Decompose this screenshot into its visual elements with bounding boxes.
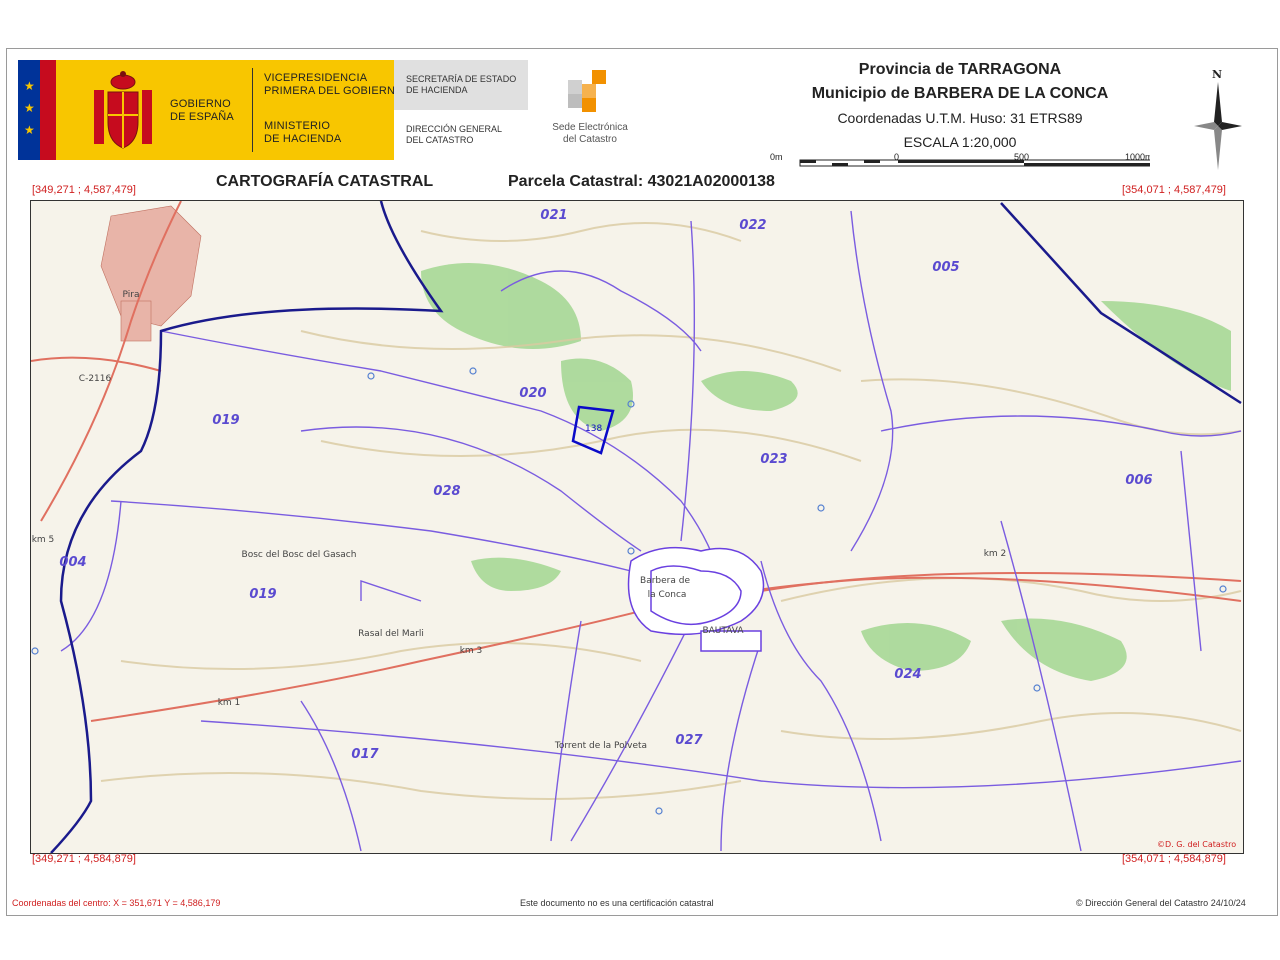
polygon-label-5: 028 — [433, 484, 460, 499]
catastro-logo-icon — [568, 70, 606, 112]
coordenadas-text: Coordenadas U.T.M. Huso: 31 ETRS89 — [837, 110, 1083, 126]
government-header: ★ ★ ★ GOBIERNO DE ESPAÑA VICEPRESIDENCIA… — [18, 60, 528, 160]
scale-label-500m-left: 500m — [770, 152, 783, 162]
polygon-label-6: 023 — [760, 452, 787, 467]
polygon-label-9: 019 — [249, 587, 276, 602]
place-label-9: km 1 — [218, 698, 241, 708]
gobierno-espana-text: GOBIERNO DE ESPAÑA — [170, 98, 234, 123]
polygon-label-2: 022 — [739, 218, 766, 233]
coat-of-arms-icon — [94, 71, 152, 149]
place-label-4: Rasal del Marli — [358, 629, 424, 639]
place-label-6: km 2 — [984, 549, 1007, 559]
place-label-2: la Conca — [648, 590, 687, 600]
north-arrow: N — [1194, 68, 1242, 170]
cadastral-map[interactable]: 138 005 021 022 020 019 028 023 006 004 019 024 027… — [30, 200, 1244, 854]
parcel-label: 138 — [585, 424, 602, 434]
ministerio-text: MINISTERIO DE HACIENDA — [264, 120, 342, 145]
place-label-5: Torrent de la Polveta — [554, 741, 647, 751]
polygon-label-10: 024 — [894, 667, 921, 682]
corner-bottom-left: [349,271 ; 4,584,879] — [32, 853, 136, 865]
center-coordinates: Coordenadas del centro: X = 351,671 Y = … — [12, 898, 221, 908]
polygon-label-3: 020 — [519, 386, 546, 401]
map-titles: Provincia de TARRAGONA Municipio de BARB… — [760, 58, 1160, 154]
secretaria-text: SECRETARÍA DE ESTADO DE HACIENDA — [406, 74, 517, 95]
map-copyright: ©D. G. del Catastro — [1157, 840, 1236, 849]
polygon-label-1: 021 — [540, 208, 567, 223]
polygon-label-4: 019 — [212, 413, 239, 428]
polygon-label-12: 017 — [351, 747, 379, 762]
svg-text:★: ★ — [24, 101, 35, 115]
escala-text: ESCALA 1:20,000 — [903, 134, 1017, 150]
catastro-credit: © Dirección General del Catastro 24/10/2… — [1076, 898, 1246, 908]
map-canvas[interactable]: 138 005 021 022 020 019 028 023 006 004 019 024 027… — [31, 201, 1243, 853]
polygon-label-0: 005 — [932, 260, 959, 275]
place-label-11: BAUTAVA — [702, 626, 744, 636]
scale-label-500: 500 — [1014, 152, 1029, 162]
scale-label-0: 0 — [894, 152, 899, 162]
place-label-10: C-2116 — [79, 374, 112, 384]
place-label-3: Bosc del Bosc del Gasach — [242, 550, 357, 560]
parcela-title: Parcela Catastral: 43021A02000138 — [508, 173, 775, 190]
cartografia-title: CARTOGRAFÍA CATASTRAL — [216, 173, 434, 190]
corner-top-left: [349,271 ; 4,587,479] — [32, 184, 136, 196]
place-label-1: Barbera de — [640, 576, 690, 586]
corner-top-right: [354,071 ; 4,587,479] — [1122, 184, 1226, 196]
svg-text:★: ★ — [24, 79, 35, 93]
place-label-8: km 3 — [460, 646, 483, 656]
north-label: N — [1212, 68, 1222, 81]
provincia-title: Provincia de TARRAGONA — [858, 61, 1062, 78]
polygon-label-8: 004 — [59, 555, 86, 570]
vicepresidencia-text: VICEPRESIDENCIA PRIMERA DEL GOBIERNO — [264, 72, 404, 97]
svg-text:★: ★ — [24, 123, 35, 137]
polygon-label-11: 027 — [675, 733, 703, 748]
place-label-0: Pira — [123, 290, 140, 300]
scale-bar: 500m 0 500 1000m — [770, 152, 1150, 167]
sede-electronica-text: Sede Electrónica del Catastro — [552, 122, 628, 145]
gobierno-block: GOBIERNO DE ESPAÑA VICEPRESIDENCIA PRIME… — [56, 60, 404, 160]
scale-label-1000m: 1000m — [1125, 152, 1150, 162]
polygon-label-7: 006 — [1125, 473, 1152, 488]
sede-electronica-logo: Sede Electrónica del Catastro — [540, 68, 640, 158]
spain-flag-strip: ★ ★ ★ — [18, 60, 56, 160]
corner-bottom-right: [354,071 ; 4,584,879] — [1122, 853, 1226, 865]
eu-stars-icon: ★ ★ ★ — [24, 79, 35, 137]
direccion-general-text: DIRECCIÓN GENERAL DEL CATASTRO — [406, 124, 503, 145]
disclaimer-text: Este documento no es una certificación c… — [520, 898, 714, 908]
municipio-title: Municipio de BARBERA DE LA CONCA — [811, 85, 1109, 102]
place-label-7: km 5 — [32, 535, 55, 545]
